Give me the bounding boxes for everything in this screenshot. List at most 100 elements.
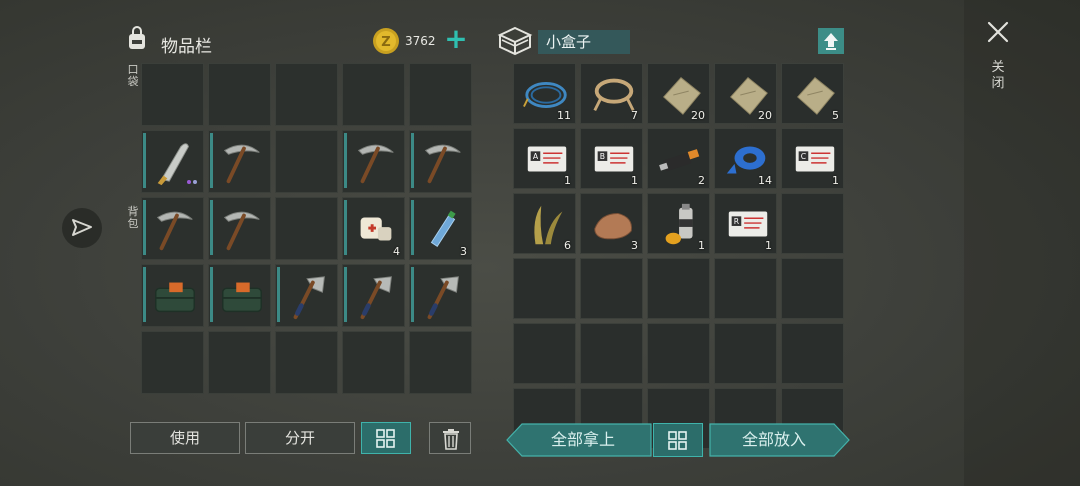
inventory-slot[interactable] — [275, 197, 338, 260]
close-icon[interactable] — [986, 20, 1010, 44]
durability-bar — [143, 200, 146, 255]
container-slot[interactable]: A1 — [513, 128, 576, 189]
item-quantity: 5 — [832, 109, 839, 122]
inventory-slot[interactable] — [342, 63, 405, 126]
put-all-button[interactable]: 全部放入 — [712, 423, 836, 457]
inventory-slot[interactable] — [409, 264, 472, 327]
upload-arrow-button[interactable] — [818, 28, 844, 54]
item-quantity: 14 — [758, 174, 772, 187]
container-slot[interactable] — [781, 193, 844, 254]
item-quantity: 1 — [832, 174, 839, 187]
container-slot[interactable]: 20 — [714, 63, 777, 124]
container-slot[interactable]: 5 — [781, 63, 844, 124]
durability-bar — [277, 267, 280, 322]
container-slot[interactable]: 2 — [647, 128, 710, 189]
close-panel — [964, 0, 1080, 486]
inventory-slot[interactable] — [275, 130, 338, 193]
container-slot[interactable]: 6 — [513, 193, 576, 254]
inventory-slot[interactable] — [208, 197, 271, 260]
inventory-slot[interactable] — [409, 331, 472, 394]
inventory-slot[interactable] — [208, 264, 271, 327]
inventory-slot[interactable] — [141, 331, 204, 394]
pocket-label: 口袋 — [127, 63, 139, 88]
pickaxe-icon — [223, 211, 260, 251]
hatchet-icon — [293, 276, 325, 320]
container-slot[interactable] — [580, 258, 643, 319]
item-quantity: 20 — [691, 109, 705, 122]
trash-icon — [443, 429, 459, 450]
durability-bar — [210, 267, 213, 322]
container-slot[interactable]: 1 — [647, 193, 710, 254]
durability-bar — [411, 133, 414, 188]
container-slot[interactable]: R1 — [714, 193, 777, 254]
inventory-slot[interactable] — [141, 130, 204, 193]
container-slot[interactable]: B1 — [580, 128, 643, 189]
item-quantity: 6 — [564, 239, 571, 252]
container-slot[interactable] — [714, 323, 777, 384]
inventory-slot[interactable] — [141, 264, 204, 327]
container-slot[interactable] — [781, 258, 844, 319]
inventory-slot[interactable] — [342, 130, 405, 193]
inventory-slot[interactable] — [208, 63, 271, 126]
add-coins-button[interactable]: + — [444, 25, 468, 54]
container-slot[interactable]: 3 — [580, 193, 643, 254]
svg-text:Z: Z — [381, 35, 390, 50]
item-quantity: 7 — [631, 109, 638, 122]
inventory-slot[interactable] — [275, 63, 338, 126]
attachment-dots — [185, 169, 197, 188]
container-name[interactable]: 小盒子 — [538, 30, 630, 54]
container-slot[interactable] — [781, 323, 844, 384]
item-quantity: 2 — [698, 174, 705, 187]
delete-button[interactable] — [429, 422, 471, 454]
close-label[interactable]: 关闭 — [990, 60, 1006, 92]
svg-text:B: B — [600, 152, 605, 161]
container-slot[interactable] — [580, 323, 643, 384]
pickaxe-icon — [424, 144, 461, 184]
hatchet-icon — [360, 276, 392, 320]
pickaxe-icon — [223, 144, 260, 184]
inventory-slot[interactable] — [409, 130, 472, 193]
pickaxe-icon — [357, 144, 394, 184]
container-slot[interactable]: 11 — [513, 63, 576, 124]
grid-sort-icon — [376, 429, 395, 448]
durability-bar — [143, 133, 146, 188]
inventory-slot[interactable] — [208, 130, 271, 193]
container-slot[interactable]: 20 — [647, 63, 710, 124]
inventory-slot[interactable] — [409, 63, 472, 126]
container-slot[interactable]: 14 — [714, 128, 777, 189]
item-quantity: 1 — [564, 174, 571, 187]
svg-text:R: R — [734, 217, 740, 226]
durability-bar — [210, 133, 213, 188]
container-slot[interactable] — [513, 323, 576, 384]
container-slot[interactable]: C1 — [781, 128, 844, 189]
container-slot[interactable] — [647, 258, 710, 319]
inventory-slot[interactable]: 4 — [342, 197, 405, 260]
explosive-case-icon — [222, 282, 262, 313]
inventory-slot[interactable] — [141, 63, 204, 126]
inventory-slot[interactable] — [275, 264, 338, 327]
inventory-slot[interactable] — [342, 331, 405, 394]
pickaxe-icon — [156, 211, 193, 251]
sort-container-button[interactable] — [653, 423, 703, 457]
take-all-button[interactable]: 全部拿上 — [524, 423, 642, 457]
inventory-slot[interactable] — [342, 264, 405, 327]
durability-bar — [411, 200, 414, 255]
inventory-slot[interactable] — [208, 331, 271, 394]
inventory-slot[interactable]: 3 — [409, 197, 472, 260]
inventory-slot[interactable] — [275, 331, 338, 394]
item-quantity: 3 — [631, 239, 638, 252]
inventory-slot[interactable] — [141, 197, 204, 260]
send-arrow-button[interactable] — [62, 208, 102, 248]
container-slot[interactable] — [714, 258, 777, 319]
sort-inventory-button[interactable] — [361, 422, 411, 454]
container-slot[interactable] — [647, 323, 710, 384]
inventory-title: 物品栏 — [161, 37, 212, 57]
upload-arrow-icon — [824, 33, 838, 50]
svg-text:A: A — [533, 152, 539, 161]
container-slot[interactable]: 7 — [580, 63, 643, 124]
split-button[interactable]: 分开 — [245, 422, 355, 454]
item-quantity: 1 — [765, 239, 772, 252]
container-slot[interactable] — [513, 258, 576, 319]
use-button[interactable]: 使用 — [130, 422, 240, 454]
grid-sort-icon — [668, 431, 687, 450]
